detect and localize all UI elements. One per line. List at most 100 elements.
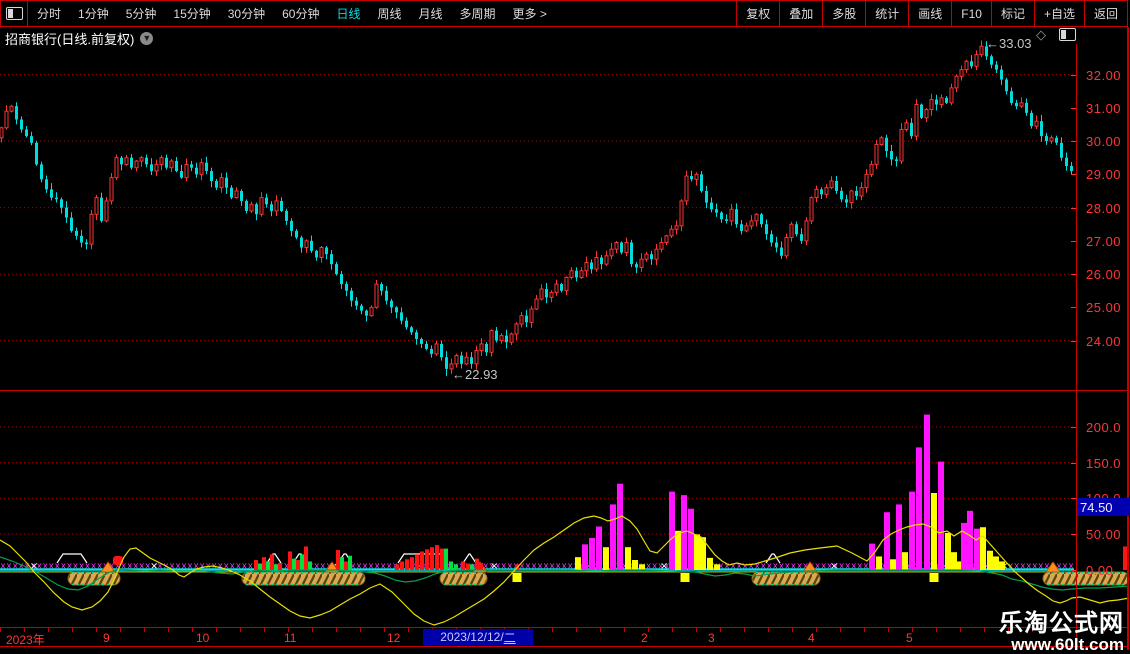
candle	[635, 264, 638, 267]
candle	[130, 158, 133, 168]
candle	[790, 224, 793, 237]
indicator-bar	[945, 533, 951, 570]
candle	[670, 229, 673, 236]
indicator-axis-label: 0.00	[1086, 563, 1113, 578]
candle	[295, 231, 298, 238]
candle	[665, 236, 668, 243]
candle	[405, 321, 408, 328]
menu-item-返回[interactable]: 返回	[1084, 1, 1127, 26]
candle	[240, 191, 243, 201]
candle	[35, 143, 38, 165]
candle	[1030, 113, 1033, 126]
candle	[330, 254, 333, 264]
candle	[1055, 138, 1058, 143]
candle	[1035, 121, 1038, 126]
candle	[495, 331, 498, 341]
candle	[1010, 91, 1013, 103]
menu-item-5分钟[interactable]: 5分钟	[126, 5, 157, 22]
candle	[960, 70, 963, 77]
menu-item-60分钟[interactable]: 60分钟	[282, 5, 319, 22]
indicator-bar	[884, 512, 890, 570]
indicator-bar	[444, 549, 448, 570]
menu-item-画线[interactable]: 画线	[908, 1, 951, 26]
candle	[1000, 70, 1003, 80]
indicator-bar	[415, 554, 419, 570]
panel-toggle-icon	[6, 7, 23, 20]
indicator-bar	[589, 538, 595, 570]
menu-item-F10[interactable]: F10	[951, 1, 991, 26]
menu-item-1分钟[interactable]: 1分钟	[78, 5, 109, 22]
indicator-bar	[639, 564, 645, 570]
indicator-bar	[400, 561, 404, 570]
indicator-bar	[909, 492, 915, 570]
candle	[155, 164, 158, 171]
menu-item-周线[interactable]: 周线	[377, 5, 401, 22]
chevron-down-icon[interactable]: ▼	[140, 32, 153, 45]
menu-item-叠加[interactable]: 叠加	[779, 1, 822, 26]
menu-item-15分钟[interactable]: 15分钟	[173, 5, 210, 22]
candle	[50, 189, 53, 197]
candle	[600, 257, 603, 264]
candle	[525, 316, 528, 323]
candle	[30, 136, 33, 143]
menu-item-多周期[interactable]: 多周期	[460, 5, 496, 22]
menu-item-多股[interactable]: 多股	[822, 1, 865, 26]
y-axis-line	[1076, 44, 1077, 646]
indicator-bar	[308, 561, 312, 570]
yellow-square-marker	[930, 573, 939, 582]
menu-item-分时[interactable]: 分时	[37, 5, 61, 22]
candle	[1025, 103, 1028, 113]
candle	[845, 199, 848, 202]
indicator-bar	[300, 554, 304, 570]
indicator-bar	[694, 534, 700, 570]
indicator-bar	[974, 529, 980, 570]
indicator-axis-label: 150.0	[1086, 456, 1121, 471]
candle	[910, 123, 913, 136]
menu-item-月线[interactable]: 月线	[419, 5, 443, 22]
candle	[585, 262, 588, 270]
candle	[940, 98, 943, 105]
date-label: 4	[808, 631, 815, 645]
indicator-bar	[896, 504, 902, 570]
date-label: 2	[641, 631, 648, 645]
candle	[855, 191, 858, 196]
candle	[160, 158, 163, 165]
menu-item-日线[interactable]: 日线	[336, 5, 360, 22]
candle	[575, 271, 578, 278]
candle	[950, 88, 953, 103]
indicator-chart: ××××××××××××××××××××××××××××××××××××××××…	[0, 415, 1129, 625]
indicator-bar	[461, 561, 465, 570]
indicator-bar	[405, 559, 409, 570]
indicator-bar	[454, 564, 458, 570]
indicator-axis-tick	[1071, 534, 1076, 535]
menu-item-30分钟[interactable]: 30分钟	[228, 5, 265, 22]
selected-date-badge: 2023/12/12/二	[423, 629, 533, 645]
date-label: 12	[387, 631, 400, 645]
candle	[680, 201, 683, 226]
indicator-bar	[262, 557, 266, 570]
wash-raft-marker	[440, 572, 487, 585]
menu-item-复权[interactable]: 复权	[736, 1, 779, 26]
indicator-bar	[292, 559, 296, 570]
menu-item-+自选[interactable]: +自选	[1034, 1, 1084, 26]
candle	[395, 307, 398, 312]
menu-item-更多 >[interactable]: 更多 >	[513, 5, 547, 22]
candle	[25, 129, 28, 136]
panel-toggle-button[interactable]	[1, 1, 28, 26]
candle	[285, 211, 288, 221]
indicator-bar	[435, 545, 439, 570]
candle	[300, 238, 303, 248]
menu-item-标记[interactable]: 标记	[991, 1, 1034, 26]
price-axis-label: 26.00	[1086, 267, 1121, 282]
menu-item-统计[interactable]: 统计	[865, 1, 908, 26]
candle	[690, 176, 693, 179]
indicator-bar	[274, 564, 278, 570]
candle	[325, 248, 328, 255]
candle	[165, 158, 168, 168]
candle	[1050, 138, 1053, 141]
candle	[230, 188, 233, 198]
candle	[0, 128, 3, 138]
split-window-icon[interactable]	[1059, 28, 1076, 41]
diamond-icon[interactable]: ◇	[1036, 28, 1046, 41]
wash-raft-marker	[752, 572, 820, 585]
